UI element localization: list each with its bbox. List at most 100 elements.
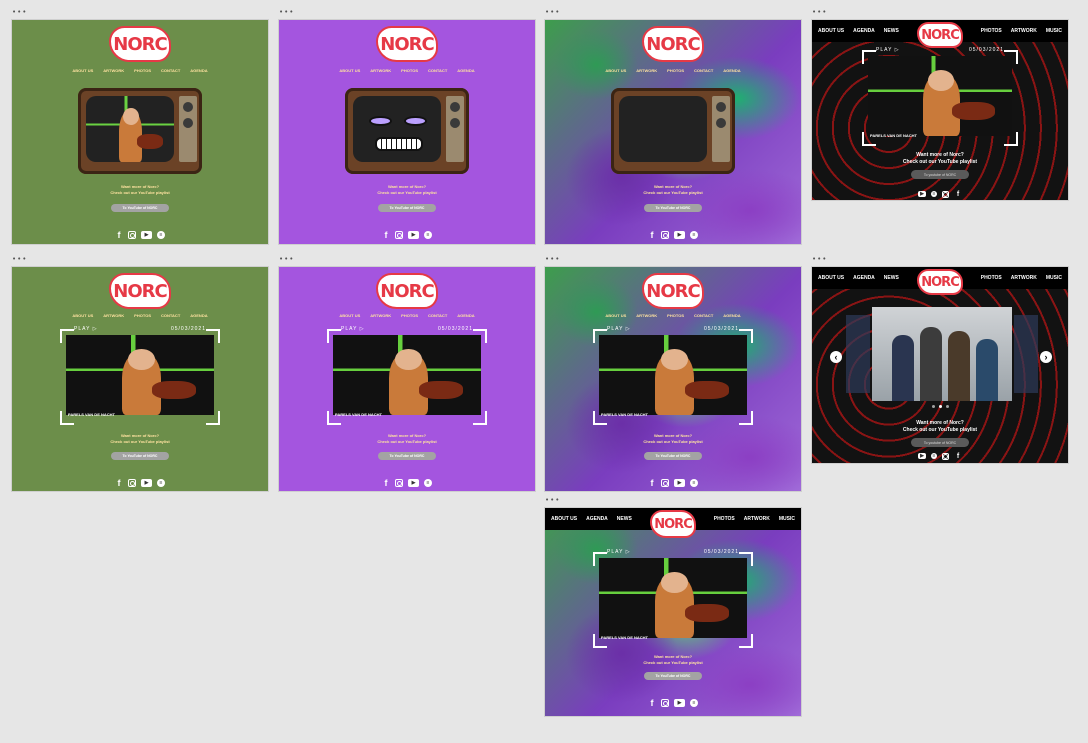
- frame-green-tv[interactable]: NORC ABOUT US ARTWORK PHOTOS CONTACT AGE…: [12, 20, 268, 244]
- youtube-button[interactable]: To YouTube of NORC: [644, 672, 702, 680]
- instagram-icon[interactable]: [661, 479, 669, 487]
- video-player[interactable]: PLAY ▷ 05/03/2021 PARELS VAN DE NACHT: [60, 326, 220, 425]
- band-photo[interactable]: [872, 307, 1012, 401]
- nav-item[interactable]: AGENDA: [853, 28, 875, 34]
- spotify-icon[interactable]: ≡: [157, 479, 165, 487]
- youtube-icon[interactable]: ▶: [141, 231, 152, 239]
- instagram-icon[interactable]: [942, 190, 949, 198]
- nav-item[interactable]: AGENDA: [723, 68, 740, 73]
- youtube-icon[interactable]: ▶: [674, 479, 685, 487]
- nav-item[interactable]: PHOTOS: [981, 28, 1002, 34]
- youtube-icon[interactable]: ▶: [408, 231, 419, 239]
- nav-item[interactable]: AGENDA: [457, 313, 474, 318]
- nav-item[interactable]: ABOUT US: [605, 313, 626, 318]
- instagram-icon[interactable]: [942, 452, 949, 460]
- facebook-icon[interactable]: f: [648, 230, 656, 240]
- frame-dark-carousel[interactable]: ABOUT US AGENDA NEWS PHOTOS ARTWORK MUSI…: [812, 267, 1068, 463]
- frame-green-player[interactable]: NORC ABOUT US ARTWORK PHOTOS CONTACT AGE…: [12, 267, 268, 491]
- youtube-icon[interactable]: ▶: [141, 479, 152, 487]
- nav-item[interactable]: ABOUT US: [339, 313, 360, 318]
- nav-item[interactable]: CONTACT: [428, 313, 447, 318]
- nav-item[interactable]: CONTACT: [428, 68, 447, 73]
- nav-item[interactable]: PHOTOS: [134, 313, 151, 318]
- facebook-icon[interactable]: f: [115, 230, 123, 240]
- nav-item[interactable]: CONTACT: [694, 68, 713, 73]
- nav-item[interactable]: NEWS: [884, 275, 899, 281]
- nav-item[interactable]: PHOTOS: [667, 313, 684, 318]
- nav-item[interactable]: ARTWORK: [103, 68, 124, 73]
- nav-item[interactable]: AGENDA: [586, 516, 608, 522]
- video-player[interactable]: PLAY ▷ 05/03/2021 PARELS VAN DE NACHT: [593, 549, 753, 648]
- nav-item[interactable]: ABOUT US: [551, 516, 577, 522]
- video-player[interactable]: PLAY ▷ 05/03/2021 PARELS VAN DE NACHT: [862, 47, 1018, 146]
- nav-item[interactable]: ARTWORK: [636, 313, 657, 318]
- norc-logo[interactable]: NORC: [109, 26, 171, 62]
- instagram-icon[interactable]: [661, 699, 669, 707]
- youtube-button[interactable]: To YouTube of NORC: [111, 204, 169, 212]
- nav-item[interactable]: MUSIC: [779, 516, 795, 522]
- play-label[interactable]: PLAY ▷: [341, 326, 365, 332]
- frame-purple-tv[interactable]: NORC ABOUT US ARTWORK PHOTOS CONTACT AGE…: [279, 20, 535, 244]
- nav-item[interactable]: ABOUT US: [818, 275, 844, 281]
- spotify-icon[interactable]: ≡: [690, 479, 698, 487]
- facebook-icon[interactable]: f: [648, 698, 656, 708]
- play-label[interactable]: PLAY ▷: [74, 326, 98, 332]
- youtube-button[interactable]: To YouTube of NORC: [644, 452, 702, 460]
- spotify-icon[interactable]: ≡: [424, 231, 432, 239]
- video-player[interactable]: PLAY ▷ 05/03/2021 PARELS VAN DE NACHT: [327, 326, 487, 425]
- nav-item[interactable]: PHOTOS: [134, 68, 151, 73]
- spotify-icon[interactable]: ≡: [931, 453, 937, 459]
- nav-item[interactable]: AGENDA: [723, 313, 740, 318]
- nav-item[interactable]: ABOUT US: [818, 28, 844, 34]
- nav-item[interactable]: ABOUT US: [72, 68, 93, 73]
- carousel-next-icon[interactable]: ›: [1040, 351, 1052, 363]
- nav-item[interactable]: PHOTOS: [981, 275, 1002, 281]
- youtube-icon[interactable]: ▶: [674, 699, 685, 707]
- nav-item[interactable]: CONTACT: [161, 68, 180, 73]
- norc-logo[interactable]: NORC: [109, 273, 171, 309]
- youtube-icon[interactable]: ▶: [674, 231, 685, 239]
- youtube-button[interactable]: To YouTube of NORC: [111, 452, 169, 460]
- facebook-icon[interactable]: f: [648, 478, 656, 488]
- frame-dark-player[interactable]: ABOUT US AGENDA NEWS PHOTOS ARTWORK MUSI…: [812, 20, 1068, 200]
- nav-item[interactable]: ABOUT US: [72, 313, 93, 318]
- nav-item[interactable]: ABOUT US: [339, 68, 360, 73]
- nav-item[interactable]: PHOTOS: [401, 313, 418, 318]
- carousel-dots[interactable]: [812, 405, 1068, 408]
- nav-item[interactable]: ARTWORK: [636, 68, 657, 73]
- norc-logo[interactable]: NORC: [650, 510, 696, 538]
- spotify-icon[interactable]: ≡: [690, 699, 698, 707]
- nav-item[interactable]: MUSIC: [1046, 275, 1062, 281]
- nav-item[interactable]: AGENDA: [457, 68, 474, 73]
- spotify-icon[interactable]: ≡: [424, 479, 432, 487]
- spotify-icon[interactable]: ≡: [690, 231, 698, 239]
- youtube-button[interactable]: To youtube of NORC: [911, 438, 969, 447]
- nav-item[interactable]: NEWS: [884, 28, 899, 34]
- youtube-button[interactable]: To YouTube of NORC: [378, 452, 436, 460]
- nav-item[interactable]: AGENDA: [190, 68, 207, 73]
- frame-purple-player[interactable]: NORC ABOUT US ARTWORK PHOTOS CONTACT AGE…: [279, 267, 535, 491]
- carousel-prev-icon[interactable]: ‹: [830, 351, 842, 363]
- youtube-button[interactable]: To YouTube of NORC: [644, 204, 702, 212]
- play-label[interactable]: PLAY ▷: [876, 47, 900, 53]
- norc-logo[interactable]: NORC: [917, 269, 963, 295]
- nav-item[interactable]: ARTWORK: [1011, 28, 1037, 34]
- nav-item[interactable]: PHOTOS: [401, 68, 418, 73]
- spotify-icon[interactable]: ≡: [157, 231, 165, 239]
- nav-item[interactable]: PHOTOS: [714, 516, 735, 522]
- instagram-icon[interactable]: [128, 231, 136, 239]
- nav-item[interactable]: NEWS: [617, 516, 632, 522]
- spotify-icon[interactable]: ≡: [931, 191, 937, 197]
- nav-item[interactable]: PHOTOS: [667, 68, 684, 73]
- nav-item[interactable]: ARTWORK: [103, 313, 124, 318]
- norc-logo[interactable]: NORC: [376, 273, 438, 309]
- nav-item[interactable]: ARTWORK: [1011, 275, 1037, 281]
- facebook-icon[interactable]: f: [115, 478, 123, 488]
- norc-logo[interactable]: NORC: [642, 273, 704, 309]
- instagram-icon[interactable]: [395, 231, 403, 239]
- facebook-icon[interactable]: f: [382, 230, 390, 240]
- tv-screen-video[interactable]: [86, 96, 174, 162]
- tv-screen-artwork[interactable]: [353, 96, 441, 162]
- instagram-icon[interactable]: [661, 231, 669, 239]
- facebook-icon[interactable]: f: [954, 190, 962, 198]
